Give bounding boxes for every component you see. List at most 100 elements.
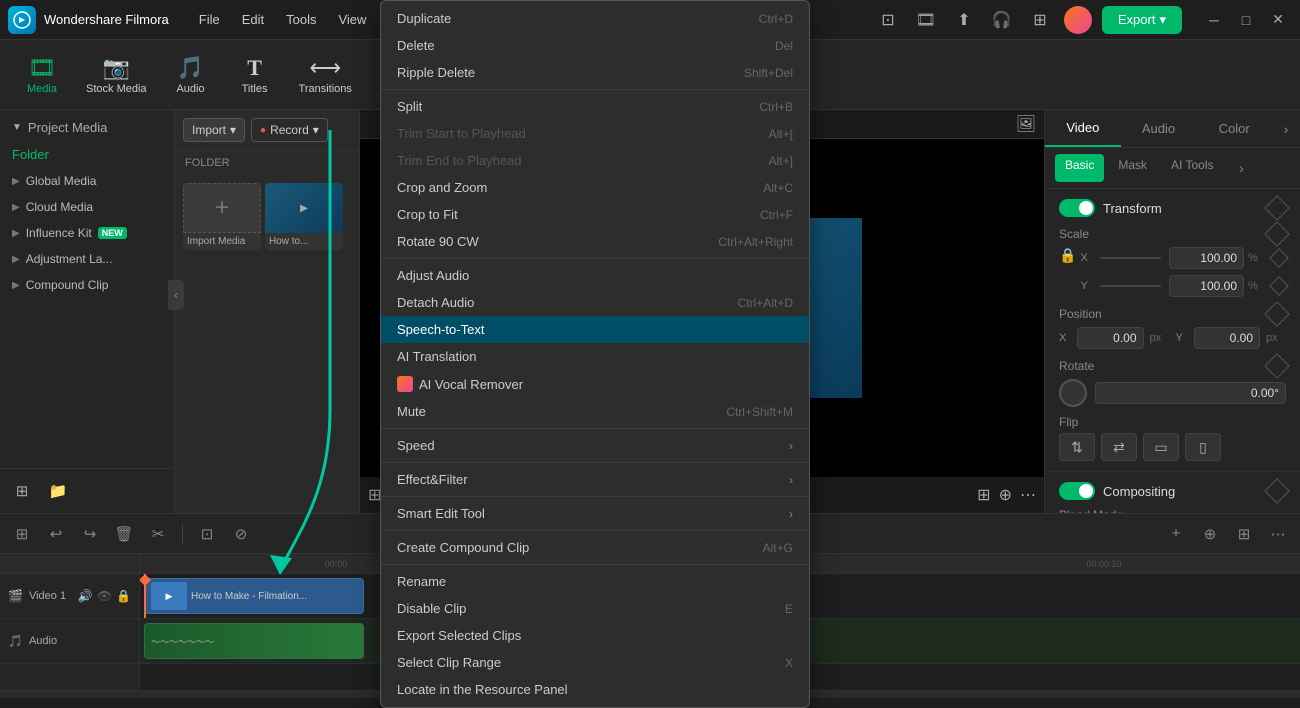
playhead[interactable] <box>144 574 146 618</box>
position-y-input[interactable] <box>1194 327 1261 349</box>
subtab-mask[interactable]: Mask <box>1108 154 1157 182</box>
ctx-rename[interactable]: Rename <box>381 568 809 595</box>
sidebar-item-influence[interactable]: ▶ Influence Kit NEW <box>0 220 174 246</box>
scale-x-input[interactable] <box>1169 247 1244 269</box>
position-x-input[interactable] <box>1077 327 1144 349</box>
zoom-out-icon[interactable]: ⊕ <box>1196 520 1224 548</box>
rotate-dial[interactable] <box>1059 379 1087 407</box>
ctx-export-selected[interactable]: Export Selected Clips <box>381 622 809 649</box>
ctx-ai-vocal-remover[interactable]: AI Vocal Remover <box>381 370 809 398</box>
subtab-basic[interactable]: Basic <box>1055 154 1104 182</box>
ctx-crop-zoom[interactable]: Crop and Zoom Alt+C <box>381 174 809 201</box>
tab-audio[interactable]: Audio <box>1121 111 1197 146</box>
lock-icon[interactable]: 🔒 <box>1059 247 1076 264</box>
layout-icon[interactable]: ⊞ <box>977 485 990 505</box>
position-keyframe-button[interactable] <box>1264 301 1289 326</box>
transform-keyframe-button[interactable] <box>1264 195 1289 220</box>
menu-file[interactable]: File <box>189 8 230 31</box>
sidebar-item-adjustment[interactable]: ▶ Adjustment La... <box>0 246 174 272</box>
import-button[interactable]: Import ▾ <box>183 118 245 142</box>
compositing-keyframe-button[interactable] <box>1264 478 1289 503</box>
track-lock-icon[interactable]: 🔒 <box>116 589 131 603</box>
how-to-thumb[interactable]: ▶ How to... <box>265 183 343 250</box>
ctx-effect-filter[interactable]: Effect&Filter › <box>381 466 809 493</box>
close-button[interactable]: ✕ <box>1264 6 1292 34</box>
user-avatar[interactable] <box>1064 6 1092 34</box>
import-media-thumb[interactable]: + Import Media <box>183 183 261 250</box>
headphone-icon[interactable]: 🎧 <box>988 6 1016 34</box>
rotate-keyframe-button[interactable] <box>1264 353 1289 378</box>
new-folder-icon[interactable]: 📁 <box>44 477 72 505</box>
undo-icon[interactable]: ↩ <box>42 520 70 548</box>
panel-expand-icon[interactable]: › <box>1272 115 1300 143</box>
rotate-input[interactable] <box>1095 382 1286 404</box>
record-button[interactable]: ● Record ▾ <box>251 118 328 142</box>
project-media-header[interactable]: ▼ Project Media <box>0 110 174 141</box>
tab-color[interactable]: Color <box>1196 111 1272 146</box>
export-button[interactable]: Export ▾ <box>1102 6 1182 34</box>
scale-x-slider[interactable] <box>1100 257 1161 259</box>
restore-button[interactable]: □ <box>1232 6 1260 34</box>
sidebar-item-compound[interactable]: ▶ Compound Clip <box>0 272 174 298</box>
sidebar-item-cloud[interactable]: ▶ Cloud Media <box>0 194 174 220</box>
ctx-clip-range[interactable]: Select Clip Range X <box>381 649 809 676</box>
cut-icon[interactable]: ✂ <box>144 520 172 548</box>
menu-edit[interactable]: Edit <box>232 8 274 31</box>
scale-y-slider[interactable] <box>1100 285 1161 287</box>
ctx-duplicate[interactable]: Duplicate Ctrl+D <box>381 5 809 32</box>
scale-y-input[interactable] <box>1169 275 1244 297</box>
ctx-ripple-delete[interactable]: Ripple Delete Shift+Del <box>381 59 809 86</box>
minimize-button[interactable]: ─ <box>1200 6 1228 34</box>
ctx-speed[interactable]: Speed › <box>381 432 809 459</box>
ctx-delete[interactable]: Delete Del <box>381 32 809 59</box>
compositing-toggle[interactable] <box>1059 482 1095 500</box>
ctx-speech-to-text[interactable]: Speech-to-Text <box>381 316 809 343</box>
grid-icon[interactable]: ⊞ <box>1026 6 1054 34</box>
tab-video[interactable]: Video <box>1045 110 1121 147</box>
track-eye-icon[interactable]: 👁 <box>97 589 112 603</box>
ctx-smart-edit[interactable]: Smart Edit Tool › <box>381 500 809 527</box>
add-track-icon[interactable]: ⊞ <box>8 520 36 548</box>
scale-x-keyframe[interactable] <box>1269 248 1289 268</box>
toolbar-stock-media[interactable]: 📷 Stock Media <box>76 49 157 101</box>
toolbar-media[interactable]: 🎞 Media <box>12 49 72 101</box>
flip-horizontal-button[interactable]: ⇅ <box>1059 433 1095 461</box>
delete-icon[interactable]: 🗑 <box>110 520 138 548</box>
zoom-icon[interactable]: ⊕ <box>999 485 1012 505</box>
zoom-in-icon[interactable]: + <box>1162 520 1190 548</box>
flip-h-alt-button[interactable]: ▭ <box>1143 433 1179 461</box>
upload-icon[interactable]: ⬆ <box>950 6 978 34</box>
settings-icon[interactable]: ⋯ <box>1020 485 1036 505</box>
menu-tools[interactable]: Tools <box>276 8 326 31</box>
ctx-disable-clip[interactable]: Disable Clip E <box>381 595 809 622</box>
crop-icon[interactable]: ⊡ <box>193 520 221 548</box>
ctx-locate-resource[interactable]: Locate in the Resource Panel <box>381 676 809 703</box>
transform-toggle[interactable] <box>1059 199 1095 217</box>
panel-collapse-button[interactable]: ‹ <box>168 280 184 310</box>
menu-view[interactable]: View <box>328 8 376 31</box>
toolbar-audio[interactable]: 🎵 Audio <box>161 49 221 101</box>
film-icon[interactable]: 🎞 <box>912 6 940 34</box>
layout-icon[interactable]: ⊞ <box>1230 520 1258 548</box>
more-icon[interactable]: ⋯ <box>1264 520 1292 548</box>
split-icon[interactable]: ⊘ <box>227 520 255 548</box>
flip-v-alt-button[interactable]: ▯ <box>1185 433 1221 461</box>
ctx-ai-translation[interactable]: AI Translation <box>381 343 809 370</box>
ctx-adjust-audio[interactable]: Adjust Audio <box>381 262 809 289</box>
redo-icon[interactable]: ↪ <box>76 520 104 548</box>
ctx-split[interactable]: Split Ctrl+B <box>381 93 809 120</box>
ctx-rotate[interactable]: Rotate 90 CW Ctrl+Alt+Right <box>381 228 809 255</box>
ctx-detach-audio[interactable]: Detach Audio Ctrl+Alt+D <box>381 289 809 316</box>
ctx-create-compound[interactable]: Create Compound Clip Alt+G <box>381 534 809 561</box>
subtab-ai-tools[interactable]: AI Tools <box>1161 154 1223 182</box>
audio-clip[interactable]: 〜〜〜〜〜〜〜 <box>144 623 364 659</box>
scale-keyframe-button[interactable] <box>1264 221 1289 246</box>
add-folder-icon[interactable]: ⊞ <box>8 477 36 505</box>
toolbar-transitions[interactable]: ⟷ Transitions <box>289 49 362 101</box>
track-volume-icon[interactable]: 🔊 <box>78 589 93 603</box>
flip-vertical-button[interactable]: ⇄ <box>1101 433 1137 461</box>
toolbar-titles[interactable]: T Titles <box>225 49 285 101</box>
monitor-icon[interactable]: ⊡ <box>874 6 902 34</box>
sidebar-item-global[interactable]: ▶ Global Media <box>0 168 174 194</box>
video-clip[interactable]: ▶ How to Make - Filmation... <box>144 578 364 614</box>
